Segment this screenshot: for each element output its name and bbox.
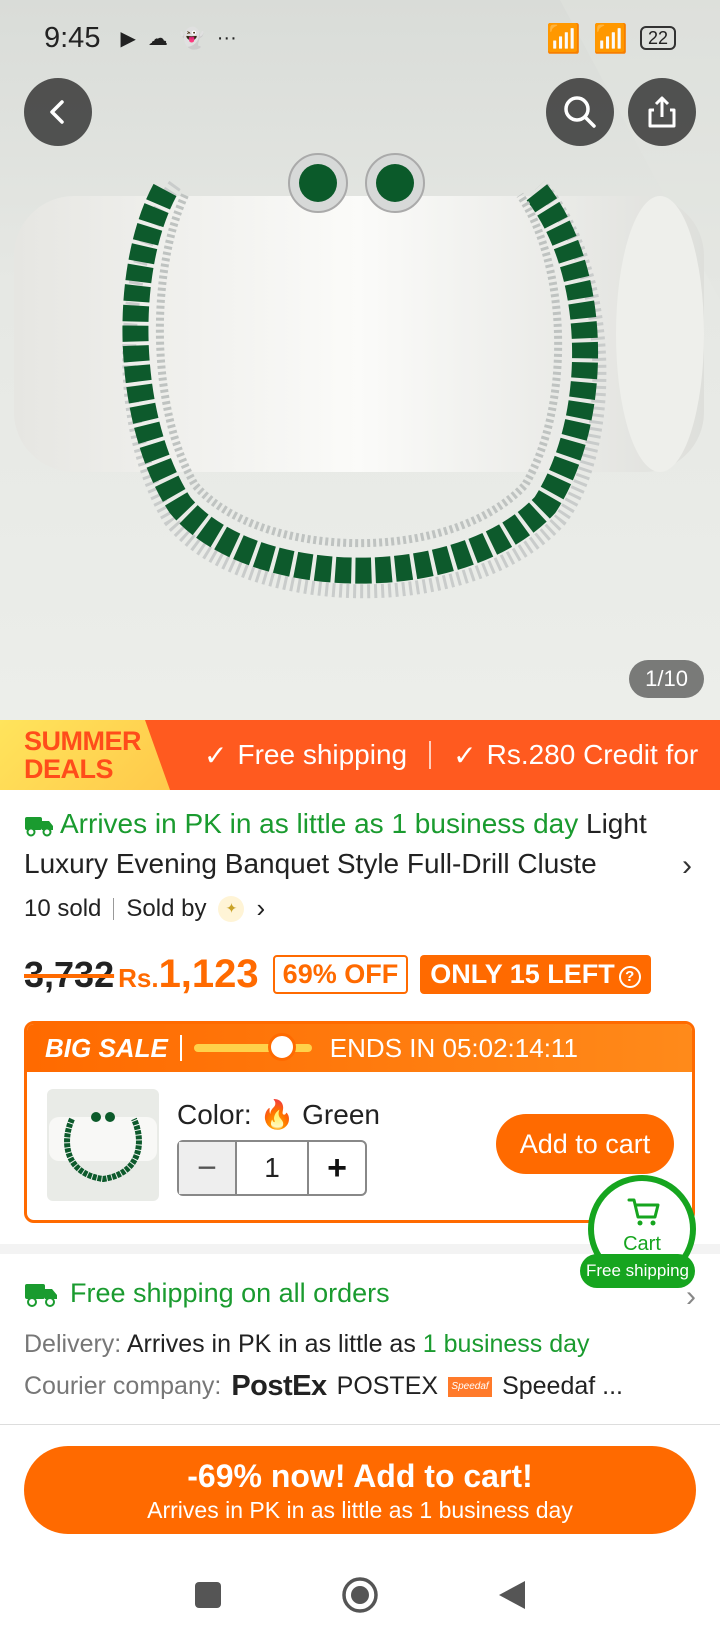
add-to-cart-cta-button[interactable]: -69% now! Add to cart! Arrives in PK in … — [24, 1446, 696, 1534]
share-button[interactable] — [628, 78, 696, 146]
gallery-page-indicator: 1/10 — [629, 660, 704, 698]
sold-by-label: Sold by — [126, 894, 207, 922]
current-price: 1,123 — [158, 952, 259, 996]
cart-label: Cart — [623, 1233, 661, 1255]
check-icon: ✓ — [204, 739, 228, 771]
delivery-label: Delivery: — [24, 1330, 122, 1358]
add-to-cart-button[interactable]: Add to cart — [496, 1114, 674, 1174]
original-price: 3,732 — [24, 954, 115, 995]
summer-deals-logo: SUMMER DEALS — [0, 720, 170, 790]
truck-icon — [25, 817, 53, 837]
wifi-icon: 📶 — [593, 22, 628, 54]
product-title[interactable]: Arrives in PK in as little as 1 business… — [24, 804, 692, 884]
title-text-line2: Luxury Evening Banquet Style Full-Drill … — [24, 848, 597, 879]
system-nav-bar — [0, 1550, 720, 1640]
speedaf-logo: Speedaf — [448, 1376, 493, 1397]
more-icon: ··· — [216, 26, 237, 49]
sale-progress-bar — [193, 1033, 312, 1061]
stock-text: ONLY 15 LEFT — [430, 959, 615, 989]
variant-thumbnail[interactable] — [47, 1089, 159, 1201]
necklace-thumbnail — [49, 1112, 157, 1183]
system-icons: 📶 📶 22 — [546, 22, 676, 55]
check-icon: ✓ — [453, 739, 477, 771]
search-button[interactable] — [546, 78, 614, 146]
sale-countdown: ENDS IN 05:02:14:11 — [329, 1032, 578, 1063]
status-bar: 9:45 ▶ ☁ 👻 ··· 📶 📶 22 — [0, 0, 720, 76]
price-row: 3,732 Rs. 1,123 69% OFF ONLY 15 LEFT? — [24, 952, 651, 998]
increase-quantity-button[interactable]: + — [309, 1142, 365, 1194]
promo-free-shipping: Free shipping — [237, 739, 408, 770]
quantity-stepper: − 1 + — [177, 1140, 367, 1196]
home-icon[interactable] — [341, 1576, 379, 1614]
cta-sub-text: Arrives in PK in as little as 1 business… — [147, 1497, 573, 1523]
color-value: Green — [302, 1099, 380, 1130]
big-sale-card: BIG SALE ENDS IN 05:02:14:11 Color: 🔥 Gr… — [24, 1021, 695, 1223]
cart-icon — [627, 1198, 660, 1226]
notification-icons: ▶ ☁ 👻 ··· — [120, 26, 236, 51]
play-icon: ▶ — [120, 27, 136, 50]
shipping-title[interactable]: Free shipping on all orders — [24, 1278, 390, 1309]
big-sale-label: BIG SALE — [45, 1032, 168, 1063]
seller-logo-icon[interactable]: ✦ — [218, 895, 245, 922]
snapchat-icon: 👻 — [179, 27, 205, 50]
divider — [179, 1035, 182, 1061]
discount-badge: 69% OFF — [272, 955, 409, 994]
sold-count: 10 sold — [24, 894, 102, 922]
summer-deals-line1: SUMMER — [24, 726, 142, 756]
back-nav-icon[interactable] — [497, 1579, 527, 1611]
divider — [429, 741, 432, 769]
decrease-quantity-button[interactable]: − — [179, 1142, 235, 1194]
divider — [0, 1424, 720, 1425]
promo-credit: Rs.280 Credit for — [486, 739, 699, 770]
shipping-title-text: Free shipping on all orders — [70, 1278, 390, 1308]
courier-postex: POSTEX — [336, 1372, 439, 1400]
cta-main-text: -69% now! Add to cart! — [187, 1458, 533, 1494]
delivery-text: Arrives in PK in as little as — [126, 1330, 416, 1358]
share-icon — [648, 96, 676, 128]
back-arrow-icon — [50, 100, 64, 124]
signal-icon: 📶 — [546, 22, 582, 54]
arrival-badge: Arrives in PK in as little as 1 business… — [60, 808, 579, 839]
product-image[interactable]: 9:45 ▶ ☁ 👻 ··· 📶 📶 22 1/10 — [0, 0, 720, 720]
courier-info: Courier company: PostEx POSTEX Speedaf S… — [24, 1370, 623, 1403]
search-icon — [564, 96, 596, 128]
summer-deals-line2: DEALS — [24, 754, 114, 784]
sale-header: BIG SALE ENDS IN 05:02:14:11 — [27, 1024, 692, 1072]
truck-icon — [25, 1283, 57, 1307]
promo-banner[interactable]: SUMMER DEALS ✓ Free shipping ✓ Rs.280 Cr… — [0, 720, 720, 790]
delivery-info: Delivery: Arrives in PK in as little as … — [24, 1330, 590, 1359]
delivery-highlight: 1 business day — [422, 1330, 590, 1358]
help-icon: ? — [618, 966, 641, 988]
recent-apps-icon[interactable] — [193, 1580, 223, 1610]
courier-label: Courier company: — [24, 1372, 222, 1400]
color-label: Color: — [177, 1099, 252, 1130]
title-text: Light — [586, 808, 647, 839]
sold-row[interactable]: 10 sold Sold by ✦ › — [24, 893, 265, 924]
clock-icon — [268, 1033, 297, 1061]
cloud-icon: ☁ — [147, 27, 168, 50]
stock-badge[interactable]: ONLY 15 LEFT? — [420, 955, 651, 994]
currency: Rs. — [118, 963, 159, 993]
back-button[interactable] — [24, 78, 92, 146]
free-shipping-pill: Free shipping — [580, 1254, 696, 1288]
quantity-value[interactable]: 1 — [235, 1142, 309, 1194]
chevron-right-icon: › — [682, 849, 692, 882]
battery-icon: 22 — [639, 26, 676, 50]
divider — [113, 897, 115, 920]
postex-logo: PostEx — [231, 1370, 327, 1402]
status-time: 9:45 — [44, 21, 101, 54]
color-selection[interactable]: Color: 🔥 Green — [177, 1098, 380, 1131]
chevron-right-icon: › — [256, 893, 266, 923]
flame-icon: 🔥 — [259, 1099, 295, 1130]
courier-speedaf: Speedaf ... — [502, 1372, 623, 1400]
